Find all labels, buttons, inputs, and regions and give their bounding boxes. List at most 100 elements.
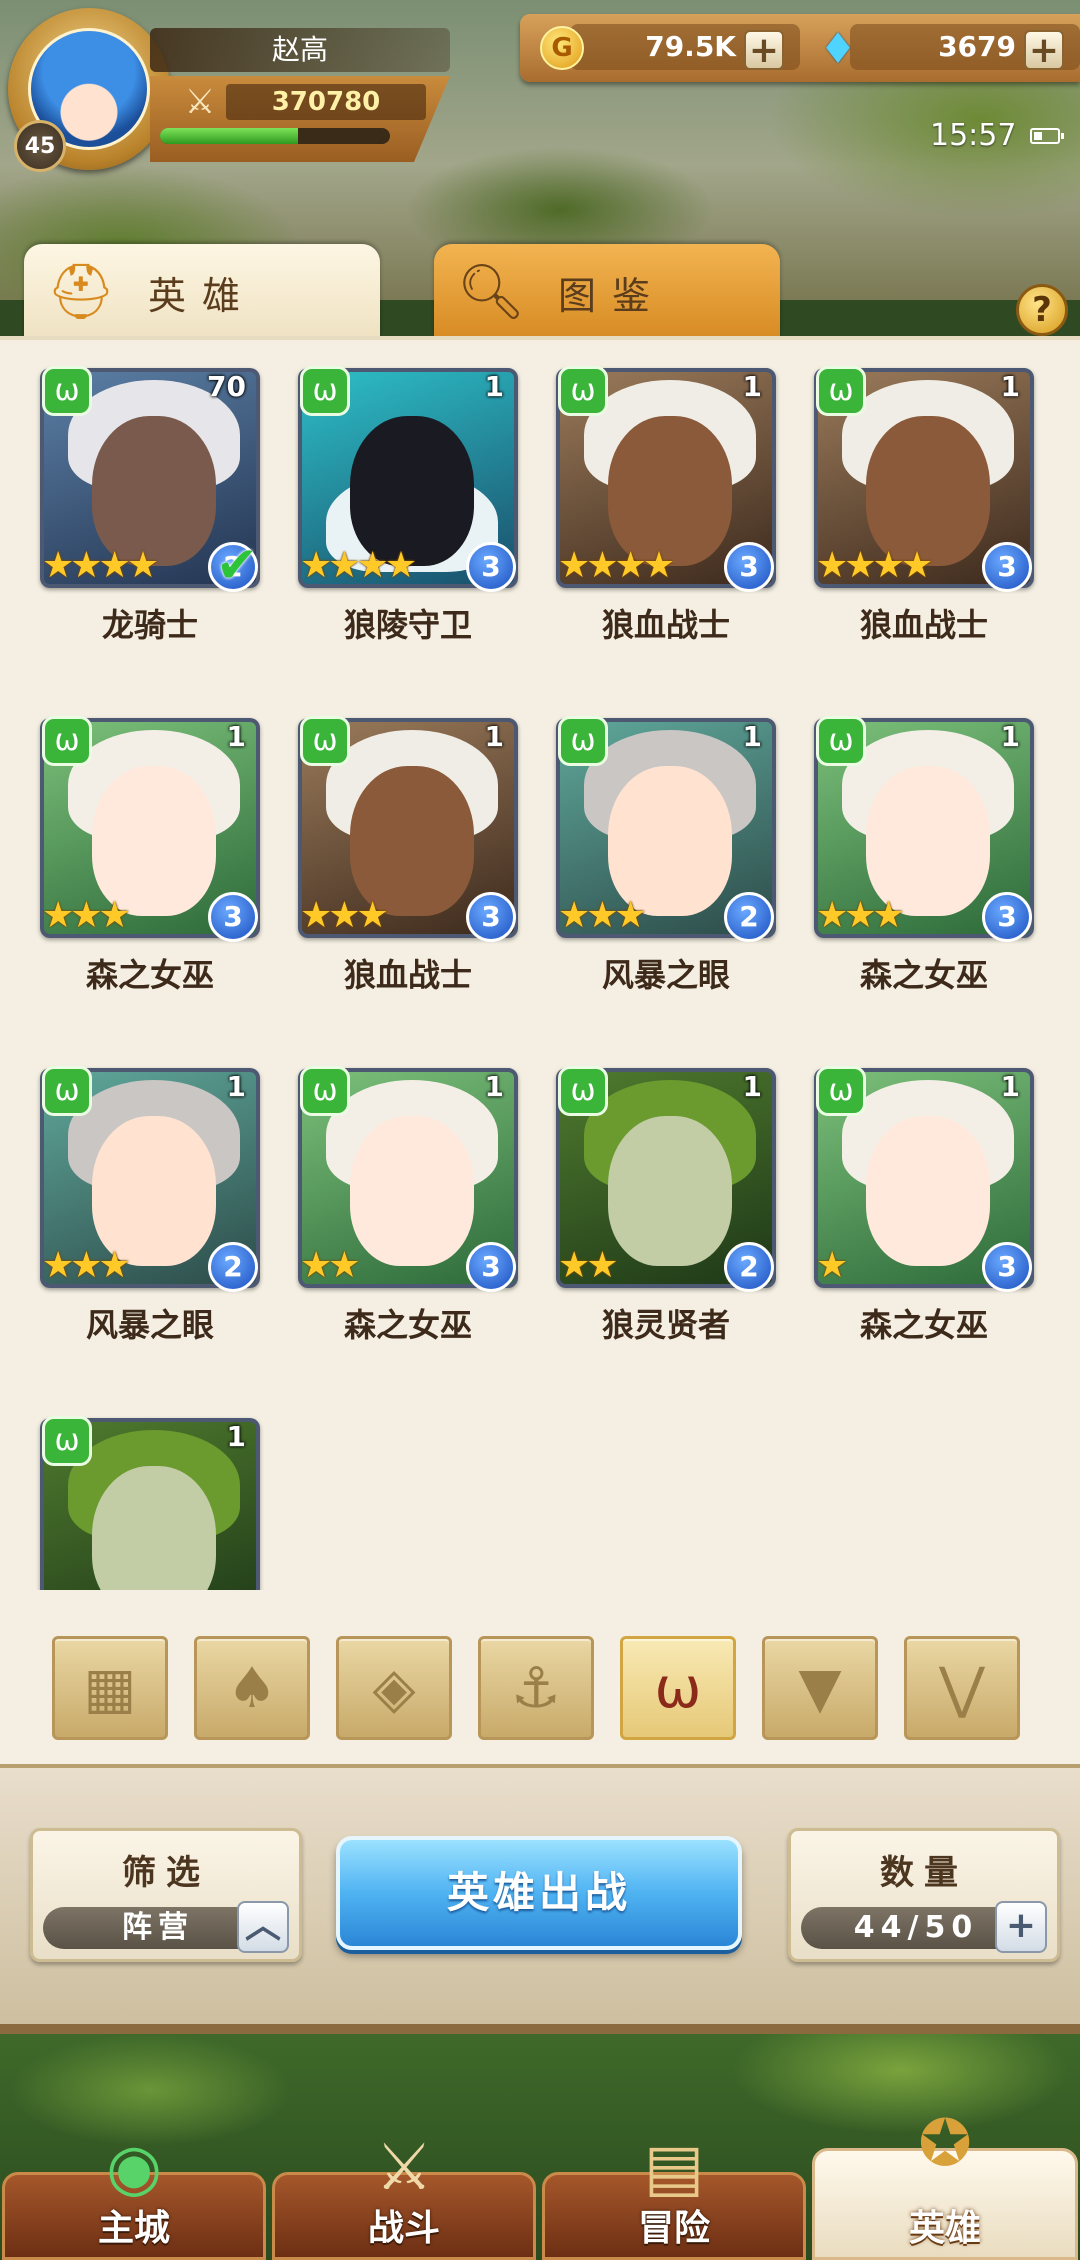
help-button[interactable]: ? bbox=[1016, 284, 1068, 336]
hero-card[interactable]: ω 70 ★★★★ 2 ✔ 龙骑士 bbox=[40, 350, 260, 650]
hero-card[interactable]: ω 1 ★★ 3 森之女巫 bbox=[298, 1050, 518, 1350]
hero-stars: ★★★ bbox=[42, 1245, 131, 1286]
wolf-faction-icon: ω bbox=[816, 366, 866, 416]
wings-faction-icon[interactable]: ⋁ bbox=[904, 1636, 1020, 1740]
add-gems-button[interactable]: + bbox=[1024, 30, 1064, 70]
portrait-face bbox=[608, 766, 732, 916]
hero-level: 1 bbox=[1000, 370, 1020, 403]
wolf-faction-icon: ω bbox=[42, 366, 92, 416]
hero-rank-badge: 3 bbox=[466, 1242, 516, 1292]
hero-card[interactable]: ω 1 ★ 3 森之女巫 bbox=[814, 1050, 1034, 1350]
hero-level: 1 bbox=[1000, 720, 1020, 753]
portrait-face bbox=[608, 1116, 732, 1266]
hero-card[interactable]: ω 1 ★★★★ 3 狼血战士 bbox=[814, 350, 1034, 650]
hero-card[interactable]: ω 1 ★★★ 3 狼血战士 bbox=[298, 700, 518, 1000]
gem-amount: 3679 bbox=[938, 30, 1016, 63]
hero-crest-icon: ✪ bbox=[918, 2107, 972, 2181]
nav-adventure-label: 冒险 bbox=[637, 2208, 710, 2249]
hero-stars: ★★★ bbox=[558, 895, 647, 936]
hero-card[interactable]: ω 1 ★★★ 2 风暴之眼 bbox=[40, 1050, 260, 1350]
tab-heroes[interactable]: ⛑ 英雄 bbox=[24, 244, 380, 340]
grid-all-icon[interactable]: ▦ bbox=[52, 1636, 168, 1740]
add-gold-button[interactable]: + bbox=[744, 30, 784, 70]
wolf-faction-icon: ω bbox=[816, 716, 866, 766]
hero-card[interactable]: ω 1 ★★★★ 3 狼陵守卫 bbox=[298, 350, 518, 650]
hero-level: 1 bbox=[742, 1070, 762, 1103]
hero-card[interactable]: ω 1 ★★★ 2 风暴之眼 bbox=[556, 700, 776, 1000]
wolf-faction-icon[interactable]: ω bbox=[620, 1636, 736, 1740]
hero-card[interactable]: ω 1 ★★ 2 狼灵贤者 bbox=[556, 1050, 776, 1350]
portrait-face bbox=[866, 416, 990, 566]
portrait-face bbox=[92, 1116, 216, 1266]
hero-stars: ★★★★ bbox=[300, 545, 417, 586]
crossed-swords-power-icon: ⚔ bbox=[184, 82, 216, 122]
hero-name: 风暴之眼 bbox=[601, 956, 730, 994]
portrait-face bbox=[350, 1116, 474, 1266]
wolf-faction-icon: ω bbox=[816, 1066, 866, 1116]
hero-card[interactable]: ω 1 ★★★ 3 森之女巫 bbox=[814, 700, 1034, 1000]
filter-box: 筛选 阵营 ︿ bbox=[30, 1828, 302, 1962]
diamond-faction-icon[interactable]: ◈ bbox=[336, 1636, 452, 1740]
hero-name: 风暴之眼 bbox=[85, 1306, 214, 1344]
portrait-face bbox=[92, 416, 216, 566]
exp-bar bbox=[160, 128, 390, 144]
hero-level: 1 bbox=[226, 1420, 246, 1453]
helmet-icon: ⛑ bbox=[46, 260, 132, 323]
hero-level: 70 bbox=[207, 370, 246, 403]
nav-heroes[interactable]: ✪ 英雄 bbox=[812, 2107, 1078, 2260]
horned-faction-icon[interactable]: ▼ bbox=[762, 1636, 878, 1740]
hero-level: 1 bbox=[484, 370, 504, 403]
portrait-face bbox=[608, 416, 732, 566]
tab-codex[interactable]: 🔍︎ 图鉴 bbox=[434, 244, 780, 340]
hero-card[interactable]: ω1 bbox=[40, 1400, 260, 1590]
hero-level: 1 bbox=[484, 720, 504, 753]
hero-rank-badge: 3 bbox=[466, 542, 516, 592]
battery-icon bbox=[1030, 128, 1064, 144]
expand-capacity-button[interactable]: + bbox=[995, 1901, 1047, 1953]
hero-name: 狼血战士 bbox=[343, 956, 472, 994]
hero-name: 森之女巫 bbox=[859, 1306, 988, 1344]
bottom-nav: ◉ 主城 ⚔ 战斗 ▤ 冒险 ✪ 英雄 bbox=[0, 2107, 1080, 2260]
hero-name: 狼血战士 bbox=[601, 606, 730, 644]
count-box: 数量 44/50 + bbox=[788, 1828, 1060, 1962]
wolf-faction-icon: ω bbox=[300, 716, 350, 766]
hero-name: 狼陵守卫 bbox=[343, 606, 472, 644]
portrait-face bbox=[866, 766, 990, 916]
portrait-face bbox=[92, 1466, 216, 1590]
wolf-faction-icon: ω bbox=[558, 716, 608, 766]
wolf-faction-icon: ω bbox=[558, 366, 608, 416]
hero-stars: ★★★★ bbox=[558, 545, 675, 586]
hero-name: 森之女巫 bbox=[343, 1306, 472, 1344]
nav-main-city[interactable]: ◉ 主城 bbox=[2, 2131, 266, 2260]
wolf-faction-icon: ω bbox=[300, 1066, 350, 1116]
gold-slot: G 79.5K + bbox=[540, 24, 800, 70]
hero-stars: ★★ bbox=[300, 1245, 361, 1286]
diamond-gem-icon: ♦ bbox=[819, 23, 857, 73]
hero-rank-badge: 3 bbox=[982, 892, 1032, 942]
hero-stars: ★ bbox=[816, 1245, 848, 1286]
anchor-faction-icon[interactable]: ⚓ bbox=[478, 1636, 594, 1740]
hero-stars: ★★★★ bbox=[42, 545, 159, 586]
portrait-face bbox=[92, 766, 216, 916]
hero-rank-badge: 2 bbox=[724, 892, 774, 942]
lotus-faction-icon[interactable]: ♠ bbox=[194, 1636, 310, 1740]
hero-name: 森之女巫 bbox=[85, 956, 214, 994]
hero-card[interactable]: ω 1 ★★★★ 3 狼血战士 bbox=[556, 350, 776, 650]
filter-toggle-button[interactable]: ︿ bbox=[237, 1901, 289, 1953]
gem-slot: ♦ 3679 + bbox=[819, 24, 1080, 73]
nav-battle[interactable]: ⚔ 战斗 bbox=[272, 2131, 536, 2260]
nav-adventure[interactable]: ▤ 冒险 bbox=[542, 2131, 806, 2260]
tab-codex-label: 图鉴 bbox=[558, 273, 667, 318]
hero-rank-badge: 3 bbox=[982, 1242, 1032, 1292]
status-clock: 15:57 bbox=[930, 118, 1017, 153]
hero-card[interactable]: ω 1 ★★★ 3 森之女巫 bbox=[40, 700, 260, 1000]
hero-level: 1 bbox=[484, 1070, 504, 1103]
deploy-heroes-button[interactable]: 英雄出战 bbox=[336, 1836, 742, 1950]
count-title: 数量 bbox=[880, 1853, 968, 1893]
hero-rank-badge: 3 bbox=[724, 542, 774, 592]
hero-rank-badge: 3 bbox=[466, 892, 516, 942]
portrait-face bbox=[866, 1116, 990, 1266]
hero-grid: ω 70 ★★★★ 2 ✔ 龙骑士 ω 1 ★★★★ 3 狼陵守卫 ω 1 ★★★★ 3 狼血战士 ω 1 ★★★★… bbox=[0, 340, 1080, 1590]
hero-level: 1 bbox=[226, 1070, 246, 1103]
hero-stars: ★★★ bbox=[816, 895, 905, 936]
